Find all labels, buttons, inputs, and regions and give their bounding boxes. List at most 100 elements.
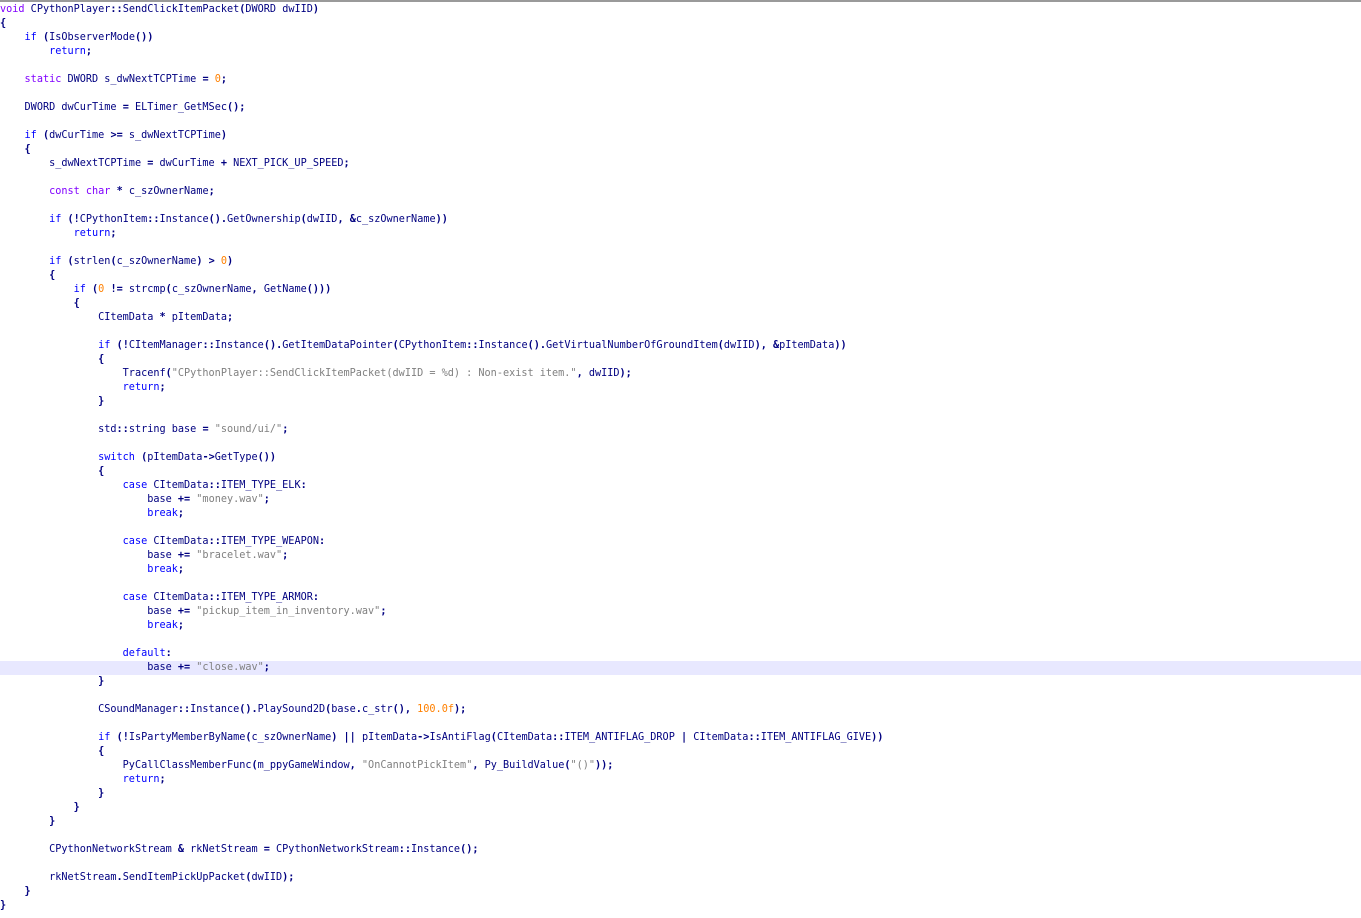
- code-line[interactable]: std::string base = "sound/ui/";: [0, 423, 1361, 437]
- code-line[interactable]: [0, 59, 1361, 73]
- code-line[interactable]: }: [0, 675, 1361, 689]
- code-line[interactable]: }: [0, 885, 1361, 899]
- code-line[interactable]: Tracenf("CPythonPlayer::SendClickItemPac…: [0, 367, 1361, 381]
- code-line[interactable]: {: [0, 297, 1361, 311]
- code-line[interactable]: [0, 829, 1361, 843]
- code-line[interactable]: if (dwCurTime >= s_dwNextTCPTime): [0, 129, 1361, 143]
- code-line[interactable]: {: [0, 269, 1361, 283]
- code-line[interactable]: [0, 577, 1361, 591]
- code-line[interactable]: [0, 857, 1361, 871]
- code-line[interactable]: }: [0, 801, 1361, 815]
- code-token: {: [98, 354, 105, 365]
- code-line[interactable]: break;: [0, 619, 1361, 633]
- code-token: :: [312, 592, 319, 603]
- code-line[interactable]: DWORD dwCurTime = ELTimer_GetMSec();: [0, 101, 1361, 115]
- code-line[interactable]: [0, 171, 1361, 185]
- code-token: "()": [570, 760, 596, 771]
- code-line[interactable]: [0, 633, 1361, 647]
- code-token: DWORD dwIID: [245, 4, 313, 15]
- code-line[interactable]: [0, 437, 1361, 451]
- code-line[interactable]: void CPythonPlayer::SendClickItemPacket(…: [0, 3, 1361, 17]
- code-line[interactable]: }: [0, 395, 1361, 409]
- code-line[interactable]: if (0 != strcmp(c_szOwnerName, GetName()…: [0, 283, 1361, 297]
- code-token: base: [147, 662, 178, 673]
- code-token: c_szOwnerName: [122, 186, 209, 197]
- code-line[interactable]: [0, 717, 1361, 731]
- code-line[interactable]: if (!IsPartyMemberByName(c_szOwnerName) …: [0, 731, 1361, 745]
- code-line[interactable]: base += "pickup_item_in_inventory.wav";: [0, 605, 1361, 619]
- code-line[interactable]: }: [0, 899, 1361, 913]
- code-token: ));: [595, 760, 614, 771]
- code-token: )): [871, 732, 884, 743]
- code-line[interactable]: {: [0, 143, 1361, 157]
- code-line[interactable]: [0, 87, 1361, 101]
- code-line[interactable]: [0, 409, 1361, 423]
- code-token: s_dwNextTCPTime: [122, 130, 221, 141]
- code-line[interactable]: break;: [0, 563, 1361, 577]
- code-line[interactable]: const char * c_szOwnerName;: [0, 185, 1361, 199]
- code-line[interactable]: switch (pItemData->GetType()): [0, 451, 1361, 465]
- code-token: default: [122, 648, 166, 659]
- code-line[interactable]: base += "money.wav";: [0, 493, 1361, 507]
- code-line[interactable]: case CItemData::ITEM_TYPE_ELK:: [0, 479, 1361, 493]
- code-token: }: [24, 886, 31, 897]
- code-line[interactable]: [0, 115, 1361, 129]
- code-line[interactable]: if (!CPythonItem::Instance().GetOwnershi…: [0, 213, 1361, 227]
- code-line[interactable]: base += "bracelet.wav";: [0, 549, 1361, 563]
- code-token: );: [619, 368, 632, 379]
- code-line[interactable]: CSoundManager::Instance().PlaySound2D(ba…: [0, 703, 1361, 717]
- code-line[interactable]: {: [0, 17, 1361, 31]
- code-line[interactable]: {: [0, 353, 1361, 367]
- code-line[interactable]: [0, 199, 1361, 213]
- code-line[interactable]: return;: [0, 381, 1361, 395]
- code-token: CPythonPlayer: [24, 4, 111, 15]
- code-line[interactable]: }: [0, 815, 1361, 829]
- code-token: ::: [208, 536, 221, 547]
- code-editor[interactable]: void CPythonPlayer::SendClickItemPacket(…: [0, 3, 1361, 913]
- code-line[interactable]: [0, 241, 1361, 255]
- code-token: ::: [552, 732, 565, 743]
- code-token: +=: [177, 494, 191, 505]
- code-line[interactable]: {: [0, 465, 1361, 479]
- code-token: ->: [417, 732, 430, 743]
- code-line[interactable]: if (strlen(c_szOwnerName) > 0): [0, 255, 1361, 269]
- code-line[interactable]: if (IsObserverMode()): [0, 31, 1361, 45]
- code-line[interactable]: return;: [0, 227, 1361, 241]
- code-line[interactable]: static DWORD s_dwNextTCPTime = 0;: [0, 73, 1361, 87]
- code-line[interactable]: [0, 689, 1361, 703]
- code-token: string base: [128, 424, 203, 435]
- code-token: DWORD s_dwNextTCPTime: [61, 74, 203, 85]
- code-token: CItemData: [496, 732, 553, 743]
- code-token: )): [834, 340, 847, 351]
- code-line-current[interactable]: base += "close.wav";: [0, 661, 1361, 675]
- code-token: (!: [67, 214, 80, 225]
- code-line[interactable]: rkNetStream.SendItemPickUpPacket(dwIID);: [0, 871, 1361, 885]
- code-line[interactable]: case CItemData::ITEM_TYPE_WEAPON:: [0, 535, 1361, 549]
- code-token: if: [24, 130, 37, 141]
- code-line[interactable]: s_dwNextTCPTime = dwCurTime + NEXT_PICK_…: [0, 157, 1361, 171]
- code-line[interactable]: [0, 521, 1361, 535]
- code-line[interactable]: break;: [0, 507, 1361, 521]
- code-token: ();: [460, 844, 479, 855]
- code-line[interactable]: CPythonNetworkStream & rkNetStream = CPy…: [0, 843, 1361, 857]
- code-line[interactable]: return;: [0, 45, 1361, 59]
- code-line[interactable]: default:: [0, 647, 1361, 661]
- code-line[interactable]: {: [0, 745, 1361, 759]
- code-line[interactable]: CItemData * pItemData;: [0, 311, 1361, 325]
- code-line[interactable]: PyCallClassMemberFunc(m_ppyGameWindow, "…: [0, 759, 1361, 773]
- code-line[interactable]: }: [0, 787, 1361, 801]
- code-line[interactable]: case CItemData::ITEM_TYPE_ARMOR:: [0, 591, 1361, 605]
- code-token: pItemData: [779, 340, 835, 351]
- code-line[interactable]: return;: [0, 773, 1361, 787]
- code-token: IsAntiFlag: [429, 732, 491, 743]
- code-line[interactable]: if (!CItemManager::Instance().GetItemDat…: [0, 339, 1361, 353]
- code-line[interactable]: [0, 325, 1361, 339]
- code-token: rkNetStream: [184, 844, 264, 855]
